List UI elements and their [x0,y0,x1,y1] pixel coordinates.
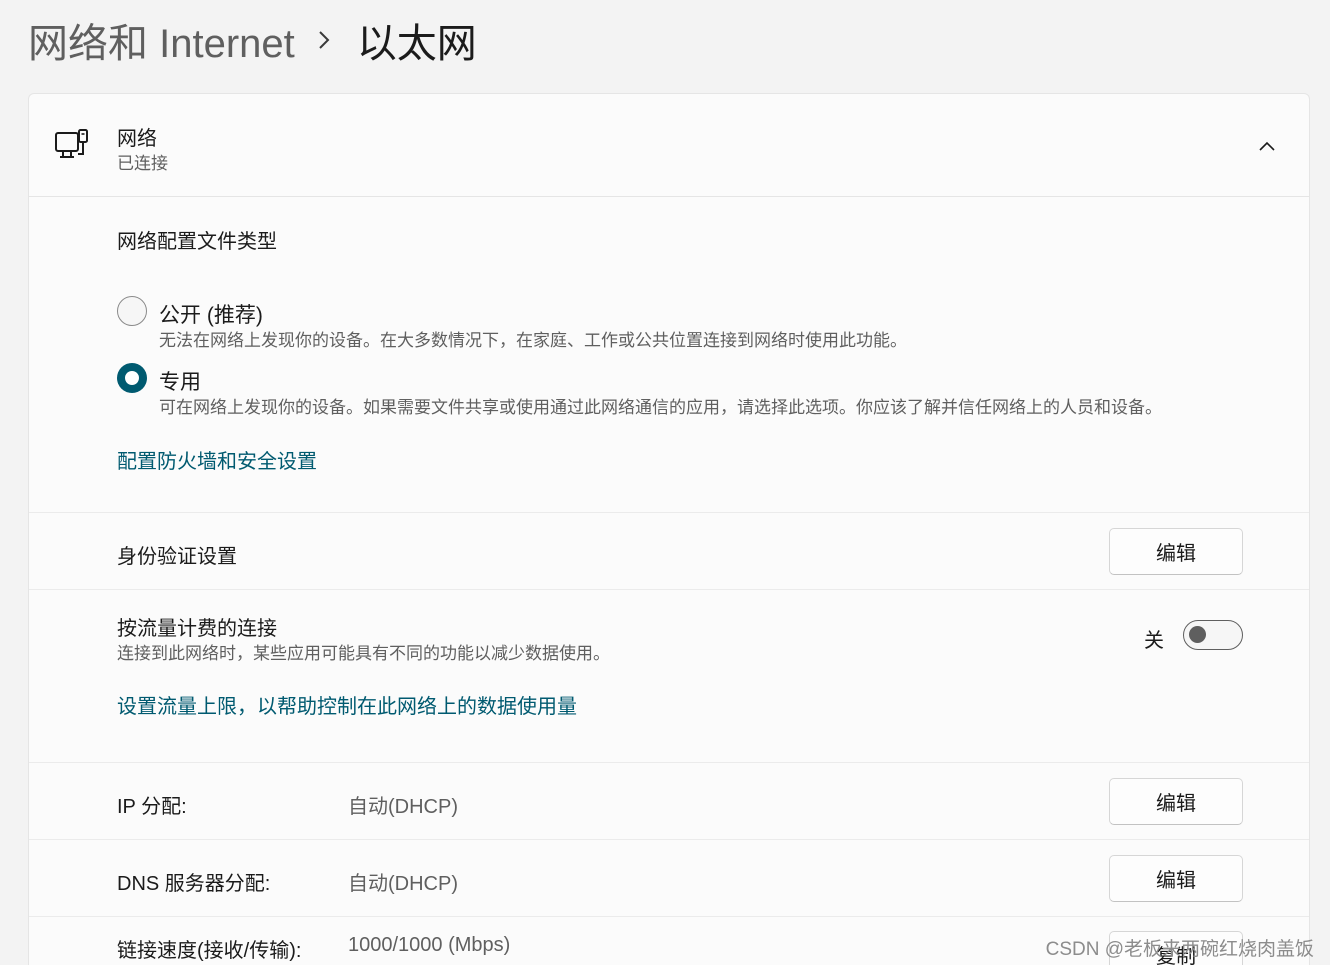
dns-assignment-row: DNS 服务器分配: 自动(DHCP) 编辑 [29,840,1309,917]
profile-section: 网络配置文件类型 公开 (推荐) 无法在网络上发现你的设备。在大多数情况下，在家… [29,197,1309,513]
link-speed-value: 1000/1000 (Mbps) [348,934,511,956]
radio-public-label[interactable]: 公开 (推荐) [159,299,263,329]
network-title: 网络 [117,128,157,150]
metered-toggle-state: 关 [1144,630,1164,652]
metered-connection-label: 按流量计费的连接 [117,618,277,640]
radio-public[interactable] [117,296,147,326]
chevron-up-icon[interactable] [1255,134,1279,158]
data-limit-link[interactable]: 设置流量上限，以帮助控制在此网络上的数据使用量 [117,690,577,719]
radio-private[interactable] [117,363,147,393]
firewall-settings-link[interactable]: 配置防火墙和安全设置 [117,445,317,474]
breadcrumb-parent[interactable]: 网络和 Internet [28,11,295,69]
dns-assignment-label: DNS 服务器分配: [117,873,271,895]
breadcrumb: 网络和 Internet 以太网 [28,10,477,70]
radio-public-description: 无法在网络上发现你的设备。在大多数情况下，在家庭、工作或公共位置连接到网络时使用… [159,331,907,350]
radio-private-label[interactable]: 专用 [159,366,201,396]
network-card-header[interactable]: 网络 已连接 [29,94,1309,197]
page-title: 以太网 [356,22,477,66]
wired-network-icon [55,129,88,158]
network-status: 已连接 [117,154,168,173]
auth-settings-label: 身份验证设置 [117,546,237,568]
ip-assignment-value: 自动(DHCP) [348,796,458,818]
auth-edit-button[interactable]: 编辑 [1109,528,1243,575]
ip-assignment-row: IP 分配: 自动(DHCP) 编辑 [29,763,1309,840]
chevron-right-icon [317,29,331,51]
link-speed-label: 链接速度(接收/传输): [117,940,302,962]
profile-heading: 网络配置文件类型 [117,231,277,253]
network-card: 网络 已连接 网络配置文件类型 公开 (推荐) 无法在网络上发现你的设备。在大多… [28,93,1310,965]
dns-edit-button[interactable]: 编辑 [1109,855,1243,902]
toggle-knob [1189,626,1206,643]
metered-toggle[interactable] [1183,620,1243,650]
radio-private-description: 可在网络上发现你的设备。如果需要文件共享或使用通过此网络通信的应用，请选择此选项… [159,398,1162,417]
metered-connection-description: 连接到此网络时，某些应用可能具有不同的功能以减少数据使用。 [117,644,610,663]
dns-assignment-value: 自动(DHCP) [348,873,458,895]
auth-settings-row: 身份验证设置 编辑 [29,513,1309,590]
metered-connection-row: 按流量计费的连接 连接到此网络时，某些应用可能具有不同的功能以减少数据使用。 关… [29,590,1309,763]
ip-edit-button[interactable]: 编辑 [1109,778,1243,825]
watermark: CSDN @老板来两碗红烧肉盖饭 [1045,939,1314,960]
ip-assignment-label: IP 分配: [117,796,187,818]
